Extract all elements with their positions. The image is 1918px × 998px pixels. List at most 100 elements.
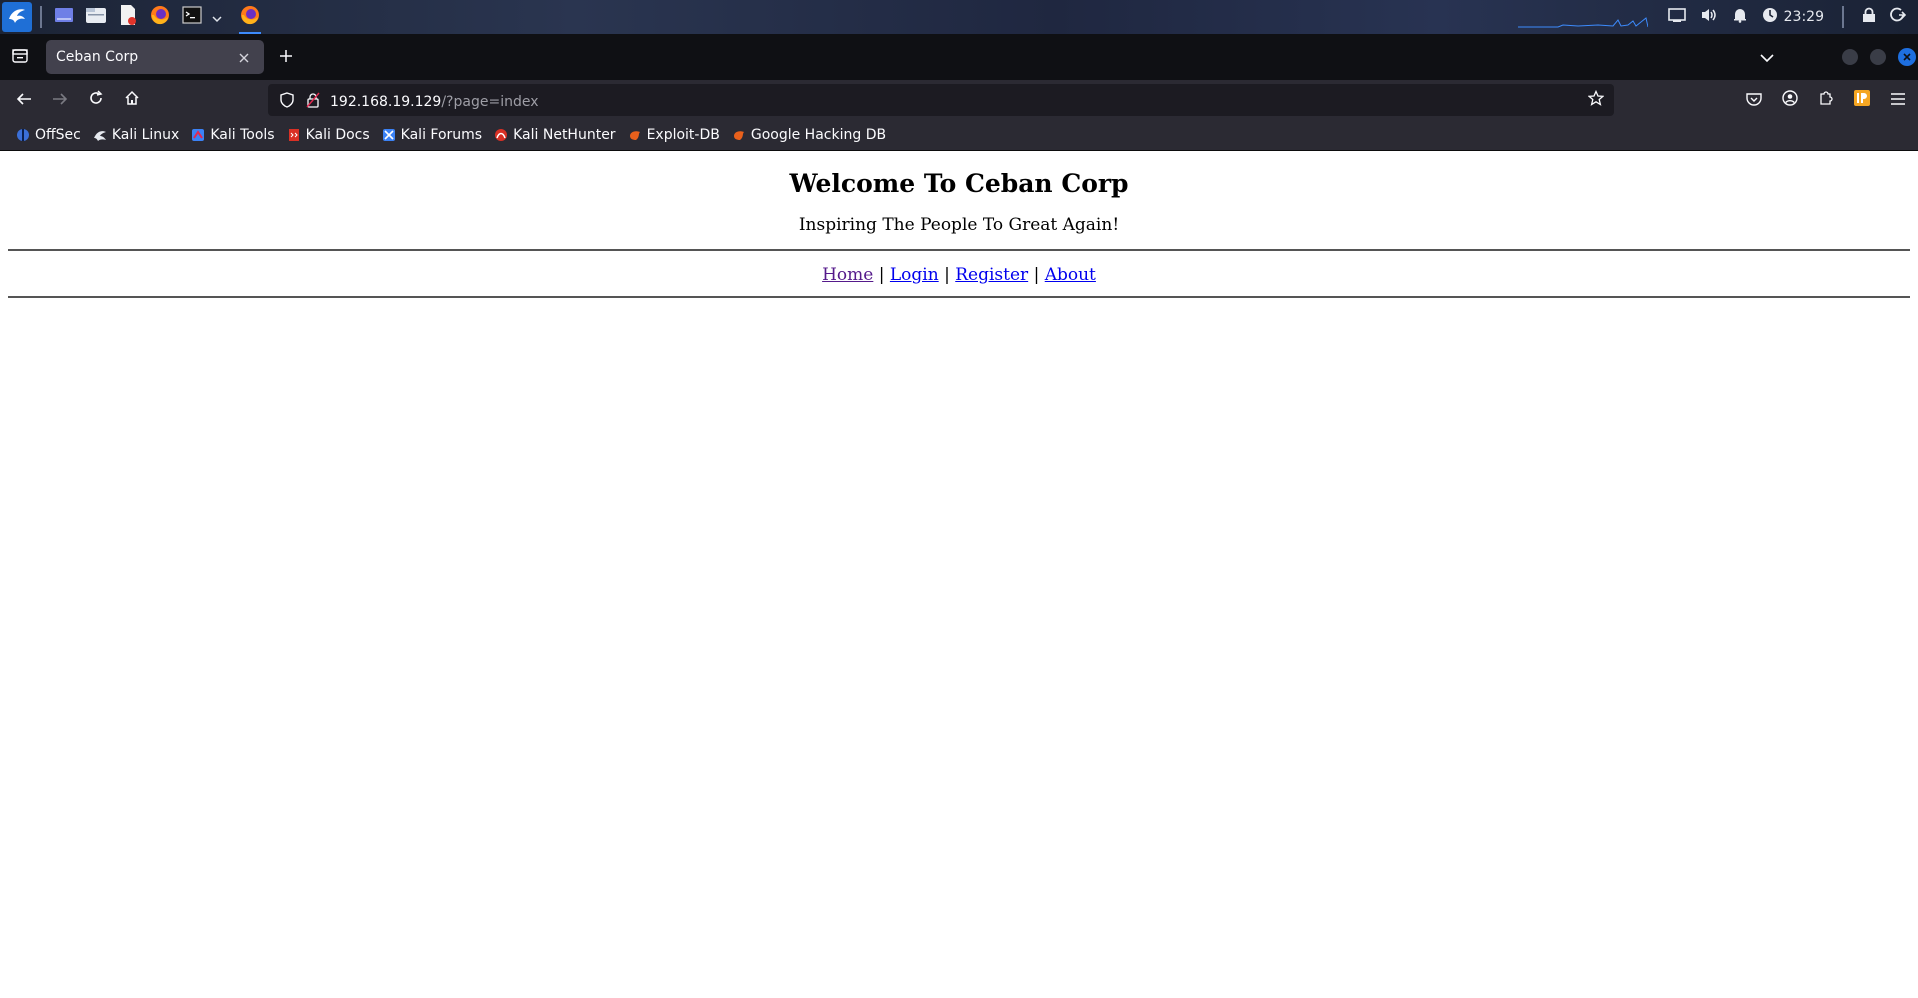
kali-dragon-icon [6,4,28,30]
pocket-button[interactable] [1740,86,1768,114]
offsec-icon [16,128,30,142]
os-top-panel: 23:29 [0,0,1918,34]
bookmark-label: Google Hacking DB [750,127,887,143]
chevron-down-icon [1760,48,1774,67]
bookmark-exploit-db[interactable]: Exploit-DB [622,122,726,148]
shield-icon[interactable] [280,92,294,108]
terminal-dropdown-button[interactable] [210,3,224,31]
nav-link-register[interactable]: Register [955,265,1028,285]
arrow-left-icon [16,91,32,110]
kali-tools-icon [191,128,205,142]
firefox-view-button[interactable] [0,34,40,80]
bookmark-kali-forums[interactable]: Kali Forums [376,122,488,148]
navigation-toolbar: 192.168.19.129/?page=index [0,80,1918,120]
url-text[interactable]: 192.168.19.129/?page=index [330,91,1588,110]
terminal-button[interactable] [178,3,206,31]
lock-warning-icon[interactable] [306,92,320,108]
firefox-icon [239,4,261,30]
file-manager-button[interactable] [82,3,110,31]
forward-button[interactable] [42,84,78,116]
star-icon [1587,89,1605,110]
lock-icon[interactable] [1862,7,1876,27]
home-button[interactable] [114,84,150,116]
list-all-tabs-button[interactable] [1760,48,1774,67]
nav-separator: | [873,265,890,285]
text-editor-icon [118,4,138,30]
power-status-icon[interactable] [1762,7,1778,27]
bookmark-kali-nethunter[interactable]: Kali NetHunter [488,122,621,148]
puzzle-icon [1818,90,1834,110]
panel-separator [40,6,42,28]
maximize-button[interactable] [1870,49,1886,65]
kali-dragon-icon [93,128,107,142]
close-icon [239,48,249,67]
kali-docs-icon [287,128,301,142]
ghdb-icon [732,128,746,142]
bookmarks-toolbar: OffSec Kali Linux Kali Tools Kali Docs K… [0,120,1918,151]
account-icon [1782,90,1798,110]
bookmark-offsec[interactable]: OffSec [10,122,87,148]
minimize-button[interactable] [1842,49,1858,65]
reload-icon [88,90,104,110]
nethunter-icon [494,128,508,142]
ip-extension-icon [1853,89,1871,111]
kali-menu-button[interactable] [2,2,32,32]
divider [8,296,1910,298]
back-button[interactable] [6,84,42,116]
text-editor-button[interactable] [114,3,142,31]
tab-close-button[interactable] [234,47,254,67]
terminal-icon [182,6,202,28]
bookmark-kali-tools[interactable]: Kali Tools [185,122,280,148]
nav-separator: | [938,265,956,285]
plus-icon [279,48,293,67]
browser-tab-strip: Ceban Corp [0,34,1918,80]
bookmark-kali-linux[interactable]: Kali Linux [87,122,185,148]
firefox-launcher-button[interactable] [146,3,174,31]
bookmark-label: Exploit-DB [646,127,720,143]
web-page-content: Welcome To Ceban Corp Inspiring The Peop… [0,152,1918,998]
extensions-button[interactable] [1812,86,1840,114]
nav-link-about[interactable]: About [1045,265,1096,285]
workspace-button[interactable] [50,3,78,31]
firefox-window-button[interactable] [236,3,264,34]
workspace-icon [54,6,74,28]
nav-link-login[interactable]: Login [890,265,939,285]
url-host: 192.168.19.129 [330,93,442,110]
pocket-icon [1746,91,1762,110]
address-bar[interactable]: 192.168.19.129/?page=index [268,84,1614,116]
page-heading: Welcome To Ceban Corp [789,169,1129,198]
bookmark-google-hacking-db[interactable]: Google Hacking DB [726,122,892,148]
url-path: /?page=index [441,93,539,110]
bookmark-label: Kali Linux [111,127,180,143]
folder-icon [85,6,107,28]
tab-ceban-corp[interactable]: Ceban Corp [46,40,264,74]
nav-link-home[interactable]: Home [822,265,873,285]
nav-separator: | [1028,265,1045,285]
new-tab-button[interactable] [268,40,304,74]
ip-extension-button[interactable] [1848,86,1876,114]
page-tagline: Inspiring The People To Great Again! [798,215,1120,235]
bookmark-label: Kali Docs [305,127,370,143]
reload-button[interactable] [78,84,114,116]
site-nav-menu: Home | Login | Register | About [0,265,1918,285]
volume-icon[interactable] [1700,7,1718,27]
bookmark-star-button[interactable] [1587,89,1605,110]
chevron-down-icon [212,8,222,27]
hamburger-menu-icon [1890,91,1906,110]
notification-bell-icon[interactable] [1732,7,1748,27]
account-button[interactable] [1776,86,1804,114]
logout-icon[interactable] [1890,7,1907,27]
bookmark-label: Kali Tools [210,127,275,143]
close-icon [1903,50,1911,64]
window-close-button[interactable] [1898,48,1916,66]
bookmark-label: Kali NetHunter [513,127,616,143]
bookmark-kali-docs[interactable]: Kali Docs [281,122,376,148]
divider [8,249,1910,251]
home-icon [124,90,140,110]
clock[interactable]: 23:29 [1784,9,1824,25]
firefox-view-icon [12,48,28,67]
app-menu-button[interactable] [1884,86,1912,114]
firefox-icon [149,4,171,30]
kali-forums-icon [382,128,396,142]
display-icon[interactable] [1667,7,1686,27]
